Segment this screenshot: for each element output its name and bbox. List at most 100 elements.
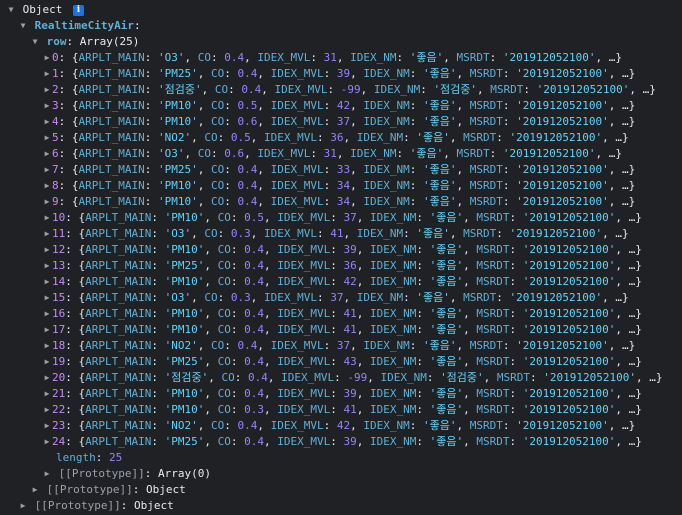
- field-key-msrdt: MSRDT: [463, 227, 497, 240]
- expand-triangle-right-icon[interactable]: ▶: [42, 162, 52, 178]
- field-value-idex-nm: '좋음': [422, 115, 457, 128]
- field-key-msrdt: MSRDT: [469, 99, 503, 112]
- array-item-index: 23: [52, 419, 66, 432]
- array-item-index: 19: [52, 355, 66, 368]
- expand-triangle-right-icon[interactable]: ▶: [42, 322, 52, 338]
- field-value-co: 0.4: [244, 355, 264, 368]
- expand-triangle-right-icon[interactable]: ▶: [42, 66, 52, 82]
- array-item-row[interactable]: ▶ 3: {ARPLT_MAIN: 'PM10', CO: 0.5, IDEX_M…: [0, 98, 682, 114]
- realtime-city-air-row[interactable]: ▼ RealtimeCityAir:: [0, 18, 682, 34]
- array-item-row[interactable]: ▶ 13: {ARPLT_MAIN: 'PM25', CO: 0.4, IDEX_…: [0, 258, 682, 274]
- expand-triangle-right-icon[interactable]: ▶: [30, 482, 40, 498]
- expand-triangle-right-icon[interactable]: ▶: [42, 418, 52, 434]
- field-key-arplt-main: ARPLT_MAIN: [85, 403, 152, 416]
- field-key-arplt-main: ARPLT_MAIN: [85, 291, 152, 304]
- array-prototype-value: Array(0): [157, 467, 211, 480]
- field-key-arplt-main: ARPLT_MAIN: [85, 339, 152, 352]
- field-key-arplt-main: ARPLT_MAIN: [85, 211, 152, 224]
- field-key-co: CO: [217, 259, 231, 272]
- field-key-idex-nm: IDEX_NM: [380, 371, 427, 384]
- array-item-row[interactable]: ▶ 5: {ARPLT_MAIN: 'NO2', CO: 0.5, IDEX_MV…: [0, 130, 682, 146]
- expand-triangle-icon[interactable]: ▼: [30, 34, 40, 50]
- expand-triangle-right-icon[interactable]: ▶: [42, 98, 52, 114]
- array-item-row[interactable]: ▶ 1: {ARPLT_MAIN: 'PM25', CO: 0.4, IDEX_M…: [0, 66, 682, 82]
- array-item-row[interactable]: ▶ 12: {ARPLT_MAIN: 'PM10', CO: 0.4, IDEX_…: [0, 242, 682, 258]
- field-key-idex-nm: IDEX_NM: [369, 259, 417, 272]
- array-item-index: 9: [52, 195, 59, 208]
- array-item-index: 18: [52, 339, 66, 352]
- field-key-msrdt: MSRDT: [469, 419, 503, 432]
- expand-triangle-right-icon[interactable]: ▶: [42, 210, 52, 226]
- field-key-co: CO: [210, 115, 225, 128]
- expand-triangle-right-icon[interactable]: ▶: [42, 82, 52, 98]
- expand-triangle-right-icon[interactable]: ▶: [42, 338, 52, 354]
- expand-triangle-right-icon[interactable]: ▶: [42, 354, 52, 370]
- field-key-idex-mvl: IDEX_MVL: [277, 243, 331, 256]
- array-item-row[interactable]: ▶ 23: {ARPLT_MAIN: 'NO2', CO: 0.4, IDEX_M…: [0, 418, 682, 434]
- array-item-row[interactable]: ▶ 17: {ARPLT_MAIN: 'PM10', CO: 0.4, IDEX_…: [0, 322, 682, 338]
- expand-triangle-right-icon[interactable]: ▶: [42, 114, 52, 130]
- array-item-row[interactable]: ▶ 22: {ARPLT_MAIN: 'PM10', CO: 0.3, IDEX_…: [0, 402, 682, 418]
- field-key-idex-mvl: IDEX_MVL: [263, 291, 317, 304]
- field-value-idex-nm: '좋음': [422, 163, 457, 176]
- array-item-row[interactable]: ▶ 24: {ARPLT_MAIN: 'PM25', CO: 0.4, IDEX_…: [0, 434, 682, 450]
- expand-triangle-icon[interactable]: ▼: [18, 18, 28, 34]
- field-value-arplt-main: 'PM25': [157, 163, 198, 176]
- array-item-row[interactable]: ▶ 16: {ARPLT_MAIN: 'PM10', CO: 0.4, IDEX_…: [0, 306, 682, 322]
- field-value-co: 0.4: [244, 387, 264, 400]
- field-key-idex-mvl: IDEX_MVL: [270, 99, 324, 112]
- field-key-msrdt: MSRDT: [469, 163, 503, 176]
- field-key-co: CO: [214, 83, 229, 96]
- expand-triangle-right-icon[interactable]: ▶: [42, 258, 52, 274]
- field-key-msrdt: MSRDT: [476, 275, 510, 288]
- expand-triangle-right-icon[interactable]: ▶: [42, 130, 52, 146]
- row-array-row[interactable]: ▼ row: Array(25): [0, 34, 682, 50]
- expand-triangle-right-icon[interactable]: ▶: [42, 290, 52, 306]
- array-item-row[interactable]: ▶ 4: {ARPLT_MAIN: 'PM10', CO: 0.6, IDEX_M…: [0, 114, 682, 130]
- array-prototype-row[interactable]: ▶ [[Prototype]]: Array(0): [0, 466, 682, 482]
- expand-triangle-right-icon[interactable]: ▶: [42, 50, 52, 66]
- array-item-row[interactable]: ▶ 15: {ARPLT_MAIN: 'O3', CO: 0.3, IDEX_MV…: [0, 290, 682, 306]
- array-item-row[interactable]: ▶ 6: {ARPLT_MAIN: 'O3', CO: 0.6, IDEX_MVL…: [0, 146, 682, 162]
- expand-triangle-icon[interactable]: ▼: [6, 2, 16, 18]
- expand-triangle-right-icon[interactable]: ▶: [42, 402, 52, 418]
- expand-triangle-right-icon[interactable]: ▶: [42, 274, 52, 290]
- expand-triangle-right-icon[interactable]: ▶: [42, 178, 52, 194]
- expand-triangle-right-icon[interactable]: ▶: [42, 434, 52, 450]
- array-item-row[interactable]: ▶ 0: {ARPLT_MAIN: 'O3', CO: 0.4, IDEX_MVL…: [0, 50, 682, 66]
- array-item-row[interactable]: ▶ 11: {ARPLT_MAIN: 'O3', CO: 0.3, IDEX_MV…: [0, 226, 682, 242]
- expand-triangle-right-icon[interactable]: ▶: [42, 194, 52, 210]
- array-item-row[interactable]: ▶ 10: {ARPLT_MAIN: 'PM10', CO: 0.5, IDEX_…: [0, 210, 682, 226]
- field-value-msrdt: '201912052100': [516, 179, 609, 192]
- field-value-arplt-main: 'PM10': [164, 403, 205, 416]
- row-key: row: [46, 35, 67, 48]
- info-icon[interactable]: i: [73, 4, 84, 16]
- array-item-row[interactable]: ▶ 8: {ARPLT_MAIN: 'PM10', CO: 0.4, IDEX_M…: [0, 178, 682, 194]
- field-value-co: 0.4: [244, 435, 264, 448]
- array-item-row[interactable]: ▶ 20: {ARPLT_MAIN: '점검중', CO: 0.4, IDEX_M…: [0, 370, 682, 386]
- array-item-row[interactable]: ▶ 18: {ARPLT_MAIN: 'NO2', CO: 0.4, IDEX_M…: [0, 338, 682, 354]
- expand-triangle-right-icon[interactable]: ▶: [18, 498, 28, 514]
- field-key-arplt-main: ARPLT_MAIN: [78, 163, 145, 176]
- array-item-row[interactable]: ▶ 21: {ARPLT_MAIN: 'PM10', CO: 0.4, IDEX_…: [0, 386, 682, 402]
- expand-triangle-right-icon[interactable]: ▶: [42, 242, 52, 258]
- field-key-idex-mvl: IDEX_MVL: [263, 131, 317, 144]
- array-item-row[interactable]: ▶ 2: {ARPLT_MAIN: '점검중', CO: 0.4, IDEX_MV…: [0, 82, 682, 98]
- array-item-row[interactable]: ▶ 14: {ARPLT_MAIN: 'PM10', CO: 0.4, IDEX_…: [0, 274, 682, 290]
- expand-triangle-right-icon[interactable]: ▶: [42, 386, 52, 402]
- array-item-index: 3: [52, 99, 59, 112]
- array-item-row[interactable]: ▶ 7: {ARPLT_MAIN: 'PM25', CO: 0.4, IDEX_M…: [0, 162, 682, 178]
- field-key-co: CO: [210, 67, 225, 80]
- expand-triangle-right-icon[interactable]: ▶: [42, 370, 52, 386]
- expand-triangle-right-icon[interactable]: ▶: [42, 466, 52, 482]
- expand-triangle-right-icon[interactable]: ▶: [42, 226, 52, 242]
- inner-object-prototype-row[interactable]: ▶ [[Prototype]]: Object: [0, 482, 682, 498]
- array-item-row[interactable]: ▶ 9: {ARPLT_MAIN: 'PM10', CO: 0.4, IDEX_M…: [0, 194, 682, 210]
- array-item-row[interactable]: ▶ 19: {ARPLT_MAIN: 'PM25', CO: 0.4, IDEX_…: [0, 354, 682, 370]
- field-value-co: 0.4: [237, 67, 258, 80]
- expand-triangle-right-icon[interactable]: ▶: [42, 146, 52, 162]
- expand-triangle-right-icon[interactable]: ▶: [42, 306, 52, 322]
- field-key-arplt-main: ARPLT_MAIN: [78, 67, 145, 80]
- outer-object-prototype-row[interactable]: ▶ [[Prototype]]: Object: [0, 498, 682, 514]
- object-root-row[interactable]: ▼ Object i: [0, 2, 682, 18]
